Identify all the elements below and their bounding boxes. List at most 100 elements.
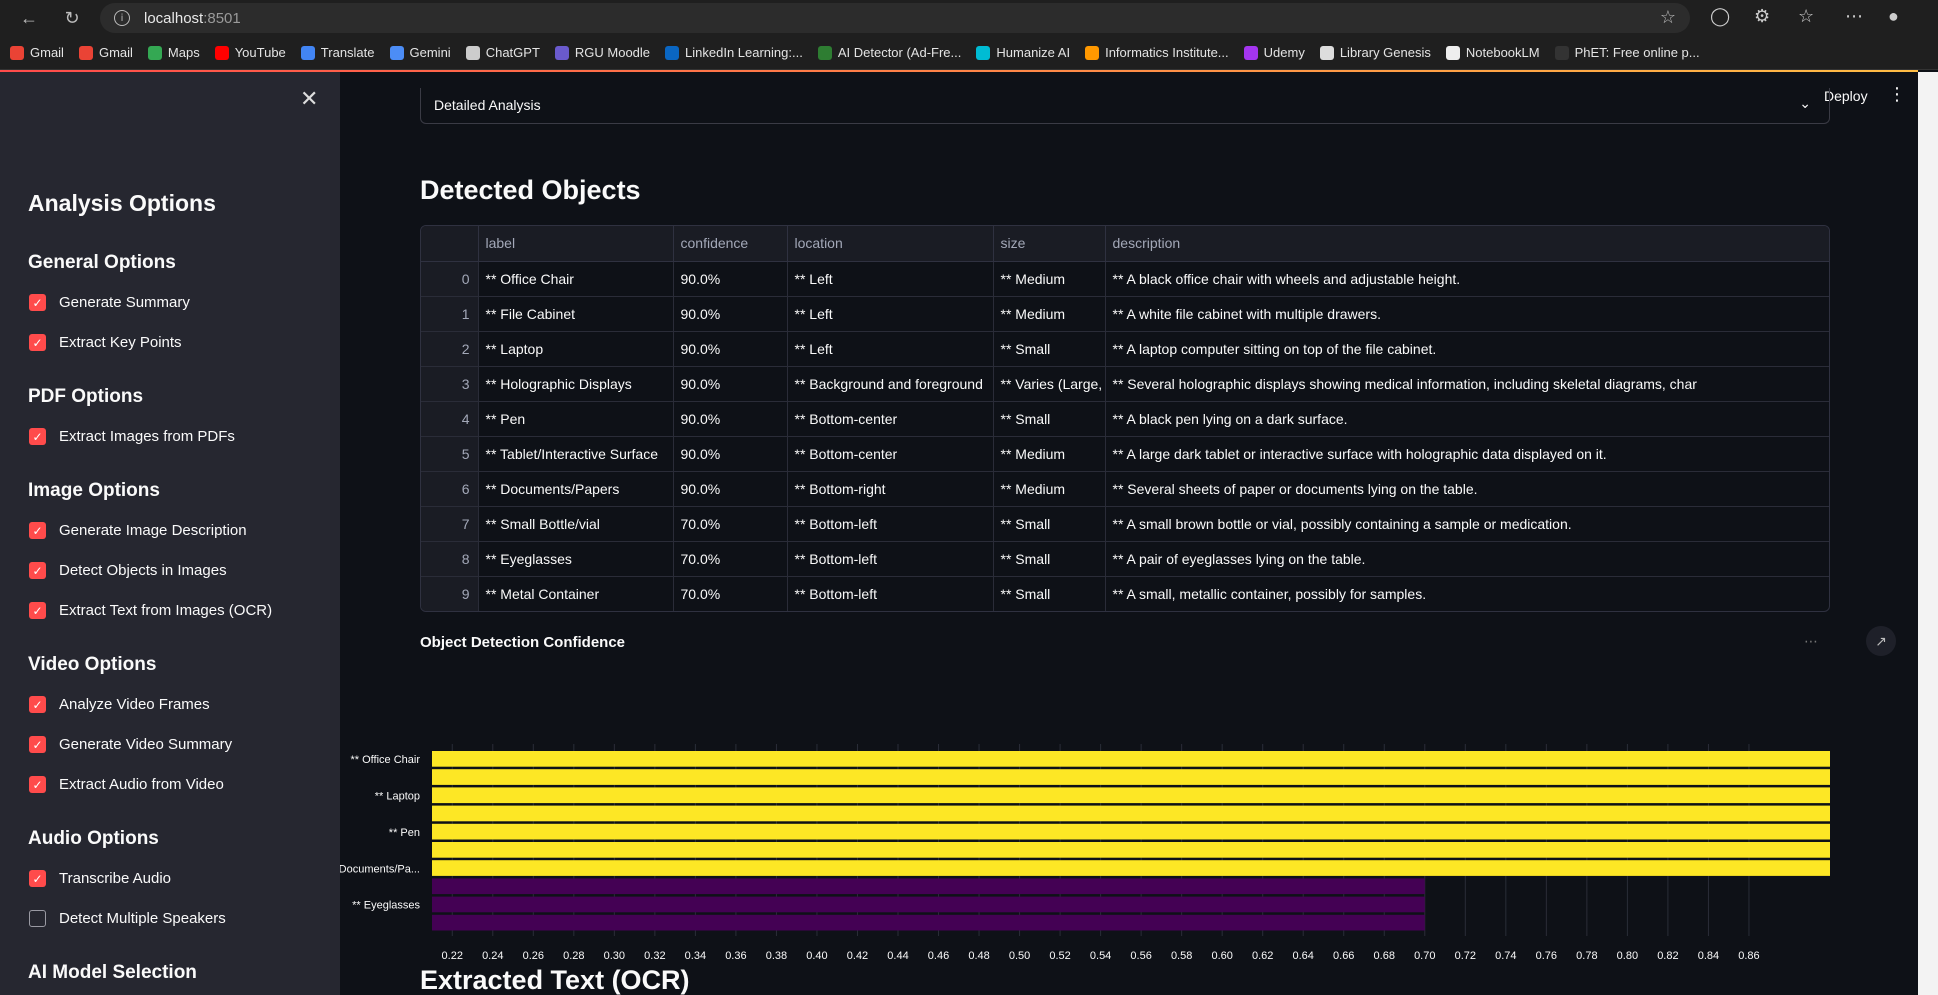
table-cell[interactable]: ** Several sheets of paper or documents … bbox=[1105, 471, 1829, 507]
table-cell[interactable]: ** Pen bbox=[478, 401, 674, 437]
table-cell[interactable]: 90.0% bbox=[673, 471, 788, 507]
table-cell[interactable]: ** Varies (Large, Mediu bbox=[993, 366, 1106, 402]
table-row[interactable]: 7 ** Small Bottle/vial 70.0% ** Bottom-left… bbox=[421, 506, 1829, 542]
table-cell[interactable]: ** Bottom-right bbox=[787, 471, 994, 507]
table-row[interactable]: 8 ** Eyeglasses 70.0% ** Bottom-left ** Smal… bbox=[421, 541, 1829, 577]
table-row[interactable]: 9 ** Metal Container 70.0% ** Bottom-left **… bbox=[421, 576, 1829, 611]
favorites-icon[interactable]: ☆ bbox=[1798, 6, 1814, 27]
row-index[interactable]: 4 bbox=[421, 401, 479, 437]
table-cell[interactable]: ** A black pen lying on a dark surface. bbox=[1105, 401, 1829, 437]
fullscreen-icon[interactable]: ↗ bbox=[1866, 626, 1896, 656]
table-cell[interactable]: ** Laptop bbox=[478, 331, 674, 367]
bookmark-item[interactable]: NotebookLM bbox=[1445, 45, 1540, 60]
bookmark-item[interactable]: YouTube bbox=[214, 45, 286, 60]
option-checkbox[interactable]: ✓ Detect Objects in Images bbox=[29, 562, 227, 579]
bookmark-item[interactable]: Humanize AI bbox=[976, 45, 1070, 60]
checkbox-unchecked-icon[interactable] bbox=[29, 910, 46, 927]
deploy-button[interactable]: Deploy bbox=[1824, 88, 1868, 104]
back-icon[interactable]: ← bbox=[12, 1, 46, 35]
bookmark-item[interactable]: LinkedIn Learning:... bbox=[665, 45, 803, 60]
table-cell[interactable]: ** Medium bbox=[993, 436, 1106, 472]
option-checkbox[interactable]: Detect Multiple Speakers bbox=[29, 910, 226, 927]
table-cell[interactable]: ** Medium bbox=[993, 261, 1106, 297]
checkbox-checked-icon[interactable]: ✓ bbox=[29, 696, 46, 713]
table-cell[interactable]: 90.0% bbox=[673, 296, 788, 332]
site-info-icon[interactable]: i bbox=[114, 10, 130, 26]
chart-menu-icon[interactable]: ⋯ bbox=[1804, 633, 1818, 650]
checkbox-checked-icon[interactable]: ✓ bbox=[29, 562, 46, 579]
table-cell[interactable]: ** File Cabinet bbox=[478, 296, 674, 332]
more-icon[interactable]: ⋯ bbox=[1845, 6, 1863, 27]
checkbox-checked-icon[interactable]: ✓ bbox=[29, 294, 46, 311]
option-checkbox[interactable]: ✓ Extract Images from PDFs bbox=[29, 428, 235, 445]
table-cell[interactable]: ** Small bbox=[993, 541, 1106, 577]
column-header[interactable]: size bbox=[993, 226, 1106, 262]
table-cell[interactable]: 70.0% bbox=[673, 541, 788, 577]
table-cell[interactable]: ** Tablet/Interactive Surface bbox=[478, 436, 674, 472]
table-cell[interactable]: ** Bottom-left bbox=[787, 506, 994, 542]
table-cell[interactable]: ** A black office chair with wheels and … bbox=[1105, 261, 1829, 297]
table-cell[interactable]: ** A white file cabinet with multiple dr… bbox=[1105, 296, 1829, 332]
table-row[interactable]: 6 ** Documents/Papers 90.0% ** Bottom-right… bbox=[421, 471, 1829, 507]
table-row[interactable]: 2 ** Laptop 90.0% ** Left ** Small ** A lapto… bbox=[421, 331, 1829, 367]
table-cell[interactable]: 90.0% bbox=[673, 331, 788, 367]
option-checkbox[interactable]: ✓ Extract Audio from Video bbox=[29, 776, 224, 793]
bookmark-item[interactable]: ChatGPT bbox=[465, 45, 540, 60]
table-row[interactable]: 5 ** Tablet/Interactive Surface 90.0% ** Bo… bbox=[421, 436, 1829, 472]
row-index[interactable]: 3 bbox=[421, 366, 479, 402]
bookmark-item[interactable]: Udemy bbox=[1243, 45, 1305, 60]
table-cell[interactable]: ** A large dark tablet or interactive su… bbox=[1105, 436, 1829, 472]
table-row[interactable]: 0 ** Office Chair 90.0% ** Left ** Medium ** … bbox=[421, 261, 1829, 297]
option-checkbox[interactable]: ✓ Extract Key Points bbox=[29, 334, 182, 351]
table-row[interactable]: 4 ** Pen 90.0% ** Bottom-center ** Small ** A… bbox=[421, 401, 1829, 437]
table-cell[interactable]: 70.0% bbox=[673, 506, 788, 542]
checkbox-checked-icon[interactable]: ✓ bbox=[29, 736, 46, 753]
table-cell[interactable]: ** Metal Container bbox=[478, 576, 674, 611]
row-index[interactable]: 6 bbox=[421, 471, 479, 507]
table-cell[interactable]: ** Small bbox=[993, 331, 1106, 367]
table-cell[interactable]: 90.0% bbox=[673, 366, 788, 402]
bookmark-item[interactable]: Gmail bbox=[10, 45, 64, 60]
table-cell[interactable]: ** Holographic Displays bbox=[478, 366, 674, 402]
table-cell[interactable]: ** Bottom-center bbox=[787, 401, 994, 437]
table-cell[interactable]: ** Small bbox=[993, 576, 1106, 611]
table-cell[interactable]: ** A laptop computer sitting on top of t… bbox=[1105, 331, 1829, 367]
table-cell[interactable]: ** Left bbox=[787, 261, 994, 297]
column-header[interactable] bbox=[421, 226, 479, 262]
option-checkbox[interactable]: ✓ Transcribe Audio bbox=[29, 870, 171, 887]
table-cell[interactable]: ** Medium bbox=[993, 296, 1106, 332]
option-checkbox[interactable]: ✓ Extract Text from Images (OCR) bbox=[29, 602, 272, 619]
table-cell[interactable]: ** Documents/Papers bbox=[478, 471, 674, 507]
copilot-icon[interactable]: ● bbox=[1888, 6, 1899, 27]
close-icon[interactable]: ✕ bbox=[300, 86, 318, 112]
table-cell[interactable]: ** Background and foreground bbox=[787, 366, 994, 402]
checkbox-checked-icon[interactable]: ✓ bbox=[29, 602, 46, 619]
table-cell[interactable]: 90.0% bbox=[673, 261, 788, 297]
bookmark-item[interactable]: RGU Moodle bbox=[554, 45, 650, 60]
row-index[interactable]: 8 bbox=[421, 541, 479, 577]
detailed-analysis-expander[interactable]: Detailed Analysis ⌄ bbox=[420, 88, 1830, 124]
table-cell[interactable]: 70.0% bbox=[673, 576, 788, 611]
bookmark-item[interactable]: PhET: Free online p... bbox=[1554, 45, 1700, 60]
table-cell[interactable]: ** Bottom-left bbox=[787, 541, 994, 577]
bookmark-item[interactable]: AI Detector (Ad-Fre... bbox=[817, 45, 961, 60]
row-index[interactable]: 1 bbox=[421, 296, 479, 332]
table-cell[interactable]: ** Office Chair bbox=[478, 261, 674, 297]
column-header[interactable]: description bbox=[1105, 226, 1829, 262]
bookmark-item[interactable]: Informatics Institute... bbox=[1085, 45, 1229, 60]
column-header[interactable]: confidence bbox=[673, 226, 788, 262]
checkbox-checked-icon[interactable]: ✓ bbox=[29, 776, 46, 793]
detected-objects-table[interactable]: label confidence location size description 0… bbox=[420, 225, 1830, 612]
checkbox-checked-icon[interactable]: ✓ bbox=[29, 522, 46, 539]
checkbox-checked-icon[interactable]: ✓ bbox=[29, 870, 46, 887]
column-header[interactable]: location bbox=[787, 226, 994, 262]
table-cell[interactable]: ** Left bbox=[787, 296, 994, 332]
checkbox-checked-icon[interactable]: ✓ bbox=[29, 334, 46, 351]
bookmark-item[interactable]: Translate bbox=[300, 45, 375, 60]
table-cell[interactable]: ** Small Bottle/vial bbox=[478, 506, 674, 542]
bookmark-item[interactable]: Library Genesis bbox=[1319, 45, 1431, 60]
table-cell[interactable]: 90.0% bbox=[673, 436, 788, 472]
option-checkbox[interactable]: ✓ Generate Image Description bbox=[29, 522, 247, 539]
column-header[interactable]: label bbox=[478, 226, 674, 262]
main-menu-icon[interactable]: ⋮ bbox=[1888, 84, 1906, 105]
